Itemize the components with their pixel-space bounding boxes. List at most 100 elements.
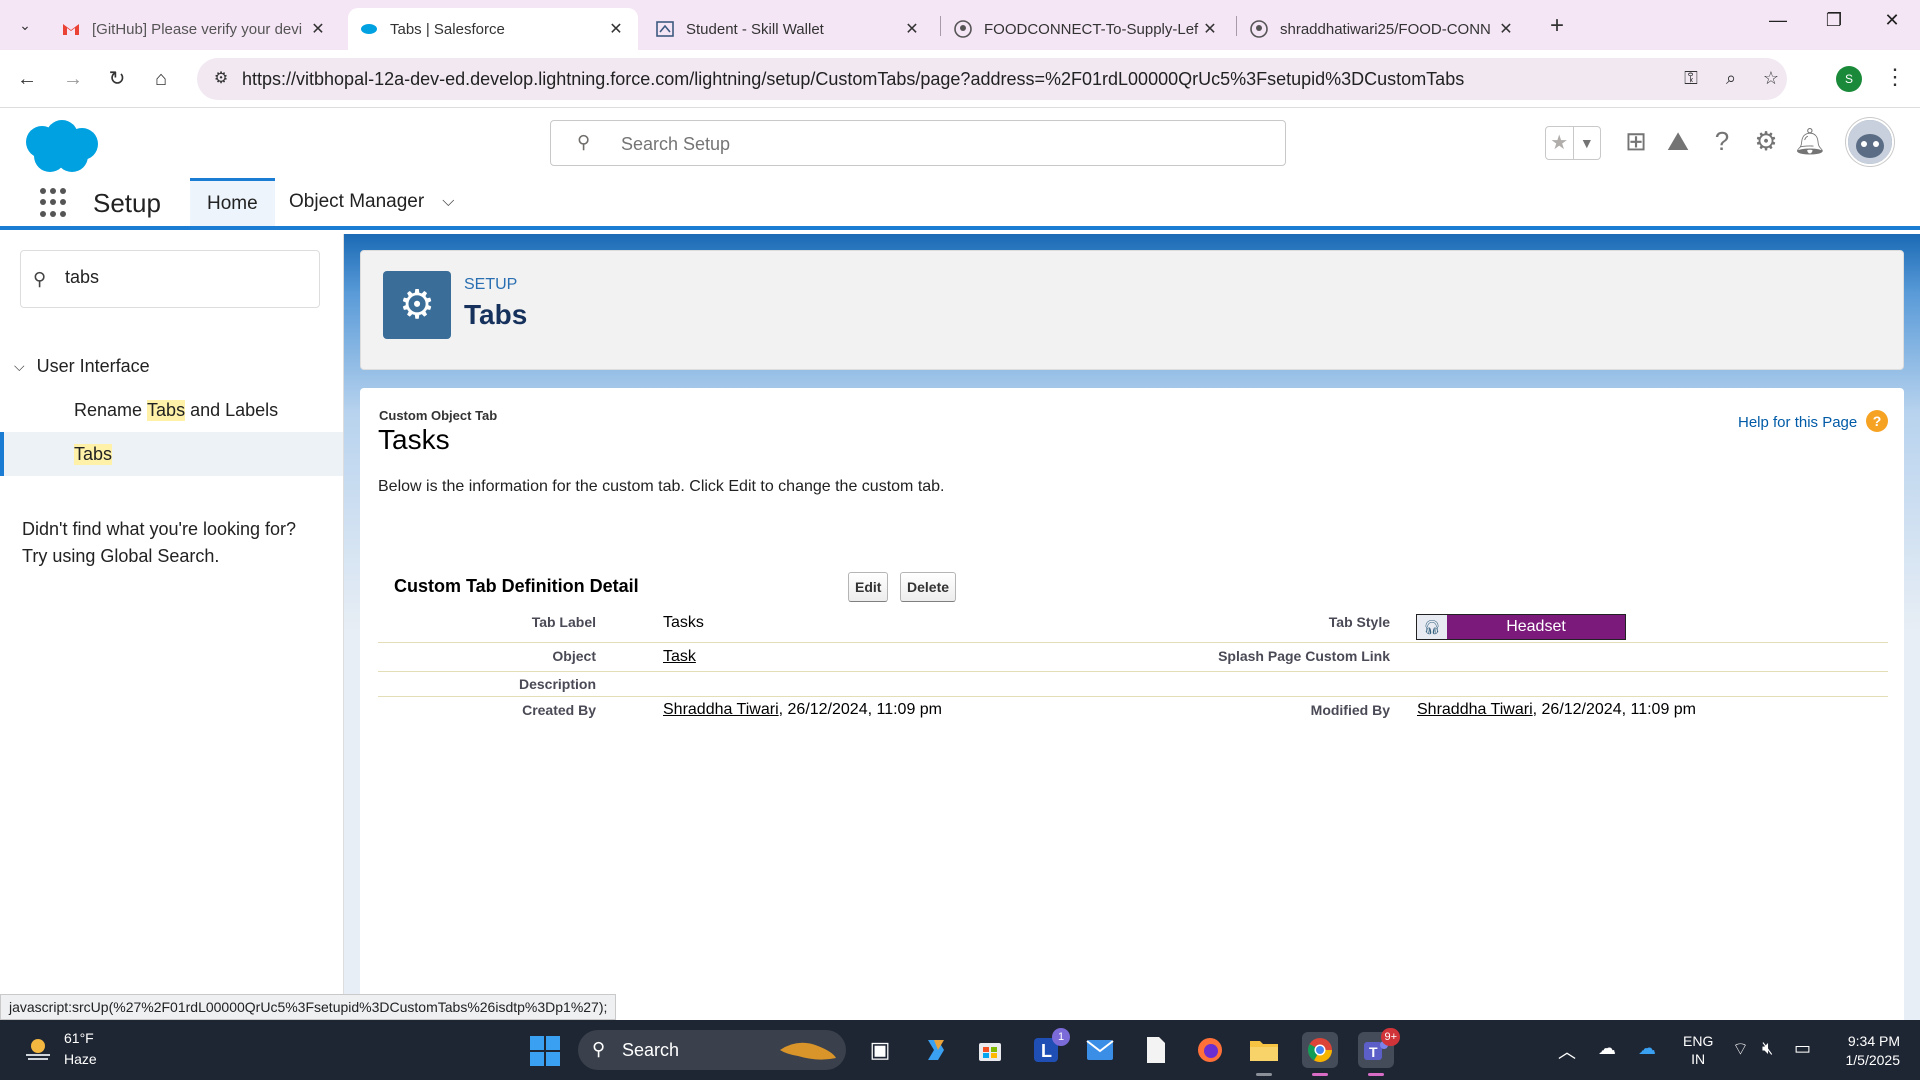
teams-icon[interactable]: T 9+ xyxy=(1358,1028,1400,1076)
help-for-this-page-link[interactable]: Help for this Page xyxy=(1738,414,1857,431)
svg-text:L: L xyxy=(1041,1041,1052,1061)
field-value-created-by: Shraddha Tiwari, 26/12/2024, 11:09 pm xyxy=(663,701,942,719)
delete-button[interactable]: Delete xyxy=(900,572,957,602)
close-window-button[interactable]: ✕ xyxy=(1872,10,1912,31)
speaker-muted-icon[interactable]: 🔇︎ xyxy=(1762,1038,1773,1059)
tab-search-button[interactable]: ⌄ xyxy=(10,12,40,38)
chevron-down-icon[interactable]: ⌵ xyxy=(442,193,454,211)
close-tab-icon[interactable]: ✕ xyxy=(308,19,328,39)
favorites-group[interactable]: ★ ▼ xyxy=(1545,126,1601,160)
minimize-button[interactable]: — xyxy=(1758,10,1798,31)
bookmark-star-icon[interactable]: ☆ xyxy=(1759,68,1783,89)
forward-arrow-icon[interactable]: → xyxy=(60,66,86,92)
onedrive-business-cloud-icon[interactable]: ☁ xyxy=(1638,1038,1656,1059)
favorites-dropdown-icon[interactable]: ▼ xyxy=(1572,127,1601,159)
quick-find-box[interactable]: ⚲ xyxy=(20,250,320,308)
record-type-label: Custom Object Tab xyxy=(379,408,498,423)
copilot-icon[interactable] xyxy=(918,1032,954,1068)
browser-tab-github-foodconnect[interactable]: FOODCONNECT-To-Supply-Lef ✕ xyxy=(942,8,1232,50)
tab-object-manager[interactable]: Object Manager ⌵ xyxy=(272,178,471,226)
notifications-bell-icon[interactable]: 🔔︎ xyxy=(1792,126,1828,157)
close-tab-icon[interactable]: ✕ xyxy=(1496,19,1516,39)
setup-search-box[interactable]: ⚲ xyxy=(550,120,1286,166)
onedrive-cloud-icon[interactable]: ☁ xyxy=(1598,1038,1616,1059)
mail-icon[interactable] xyxy=(1082,1032,1118,1068)
setup-search-input[interactable] xyxy=(621,129,1241,159)
profile-avatar[interactable]: S xyxy=(1836,66,1862,92)
restore-button[interactable]: ❐ xyxy=(1814,10,1854,31)
tab-title: shraddhatiwari25/FOOD-CONN xyxy=(1280,20,1491,38)
weather-temperature[interactable]: 61°F xyxy=(64,1030,94,1046)
app-name: Setup xyxy=(93,188,161,218)
skill-wallet-icon xyxy=(656,20,674,38)
microsoft-store-icon[interactable] xyxy=(972,1032,1008,1068)
reload-icon[interactable]: ↻ xyxy=(104,66,130,92)
tree-group-user-interface[interactable]: ⌵ User Interface xyxy=(14,356,150,377)
created-by-date: , 26/12/2024, 11:09 pm xyxy=(778,701,943,718)
favorite-star-icon[interactable]: ★ xyxy=(1546,127,1573,159)
app-launcher-icon[interactable] xyxy=(40,188,70,218)
help-icon[interactable]: ? xyxy=(1866,410,1888,432)
object-link[interactable]: Task xyxy=(663,648,696,665)
file-explorer-icon[interactable] xyxy=(1246,1032,1282,1076)
site-info-icon[interactable]: ⚙ xyxy=(209,67,233,91)
modified-by-user-link[interactable]: Shraddha Tiwari xyxy=(1417,701,1533,718)
input-language[interactable]: ENG IN xyxy=(1683,1032,1713,1068)
address-bar[interactable]: ⚙ https://vitbhopal-12a-dev-ed.develop.l… xyxy=(197,58,1787,100)
search-icon: ⚲ xyxy=(577,132,591,152)
firefox-icon[interactable] xyxy=(1192,1032,1228,1068)
weather-condition[interactable]: Haze xyxy=(64,1051,97,1067)
edit-button[interactable]: Edit xyxy=(848,572,889,602)
close-tab-icon[interactable]: ✕ xyxy=(1200,19,1220,39)
running-indicator xyxy=(1312,1073,1328,1076)
trailhead-icon[interactable]: ⛰ xyxy=(1660,126,1696,158)
url-text[interactable]: https://vitbhopal-12a-dev-ed.develop.lig… xyxy=(242,69,1464,90)
salesforce-global-header: ⚲ ★ ▼ ⊞ ⛰ ? ⚙ 🔔︎ xyxy=(0,108,1920,178)
taskbar-search[interactable]: ⚲ Search xyxy=(578,1030,846,1070)
chrome-icon[interactable] xyxy=(1302,1032,1338,1076)
field-value-tab-label: Tasks xyxy=(663,614,704,631)
not-found-line-2: Try using Global Search. xyxy=(22,546,220,566)
zoom-icon[interactable]: ⌕ xyxy=(1719,68,1743,89)
running-indicator xyxy=(1368,1073,1384,1076)
password-key-icon[interactable]: ⚿ xyxy=(1679,68,1703,89)
tab-home[interactable]: Home xyxy=(190,178,275,226)
browser-tab-gmail[interactable]: [GitHub] Please verify your devi ✕ xyxy=(50,8,340,50)
weather-haze-icon[interactable] xyxy=(22,1034,54,1066)
system-clock[interactable]: 9:34 PM 1/5/2025 xyxy=(1836,1032,1901,1070)
sidebar-item-tabs[interactable]: Tabs xyxy=(0,432,343,476)
help-icon[interactable]: ? xyxy=(1704,126,1740,157)
modified-by-date: , 26/12/2024, 11:09 pm xyxy=(1532,701,1697,718)
quick-find-input[interactable] xyxy=(65,267,305,288)
created-by-user-link[interactable]: Shraddha Tiwari xyxy=(663,701,779,718)
link-status-bar: javascript:srcUp(%27%2F01rdL00000QrUc5%3… xyxy=(0,994,617,1020)
windows-taskbar: 61°F Haze ⚲ Search ▣ L 1 T 9+ ︿ ☁ ☁ ENG xyxy=(0,1020,1920,1080)
setup-navigation-bar: Setup Home Object Manager ⌵ xyxy=(0,178,1920,230)
search-icon: ⚲ xyxy=(592,1039,606,1059)
close-tab-icon[interactable]: ✕ xyxy=(606,19,626,39)
new-tab-button[interactable]: + xyxy=(1542,12,1572,40)
battery-icon[interactable]: ▭ xyxy=(1794,1038,1811,1059)
home-icon[interactable]: ⌂ xyxy=(148,66,174,92)
back-arrow-icon[interactable]: ← xyxy=(14,66,40,92)
global-create-icon[interactable]: ⊞ xyxy=(1618,126,1654,157)
sidebar-item-rename-tabs-and-labels[interactable]: Rename Tabs and Labels xyxy=(0,388,343,432)
browser-tab-salesforce[interactable]: Tabs | Salesforce ✕ xyxy=(348,8,638,50)
salesforce-cloud-icon xyxy=(360,20,378,38)
browser-tab-strip: ⌄ [GitHub] Please verify your devi ✕ Tab… xyxy=(0,0,1920,50)
browser-tab-skill-wallet[interactable]: Student - Skill Wallet ✕ xyxy=(644,8,934,50)
browser-tab-github-repo[interactable]: shraddhatiwari25/FOOD-CONN ✕ xyxy=(1238,8,1528,50)
row-divider xyxy=(378,696,1888,697)
user-avatar[interactable] xyxy=(1846,118,1894,166)
show-hidden-icons-chevron-icon[interactable]: ︿ xyxy=(1558,1038,1576,1064)
l-app-icon[interactable]: L 1 xyxy=(1028,1028,1070,1068)
file-icon[interactable] xyxy=(1138,1032,1174,1068)
chrome-menu-icon[interactable]: ⋮ xyxy=(1884,64,1906,90)
windows-start-icon[interactable] xyxy=(530,1036,560,1066)
close-tab-icon[interactable]: ✕ xyxy=(902,19,922,39)
chevron-down-icon[interactable]: ⌵ xyxy=(14,358,25,375)
wifi-icon[interactable]: ⌔ xyxy=(1732,1038,1749,1061)
setup-gear-icon[interactable]: ⚙ xyxy=(1748,126,1784,157)
salesforce-logo[interactable] xyxy=(20,118,102,176)
task-view-icon[interactable]: ▣ xyxy=(862,1032,898,1068)
